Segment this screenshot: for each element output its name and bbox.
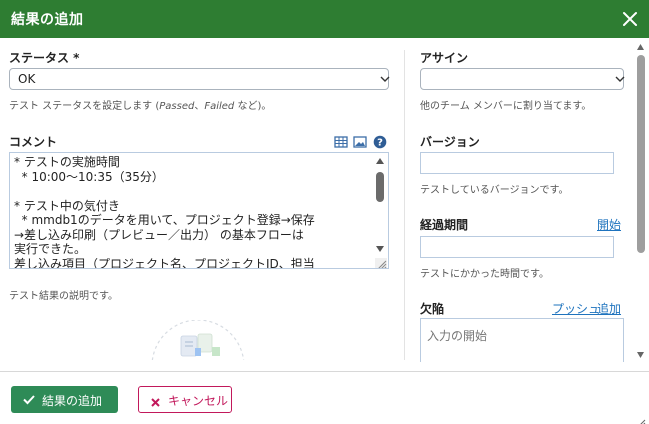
- defects-label: 欠陥: [420, 302, 445, 316]
- defects-add-link[interactable]: 追加: [597, 300, 621, 317]
- table-icon[interactable]: [334, 134, 348, 148]
- add-result-dialog: 結果の追加 ステータス * OK テスト ステータスを設定します (Passed…: [0, 0, 649, 424]
- assign-label: アサイン: [420, 51, 469, 65]
- version-input[interactable]: [420, 152, 614, 174]
- column-divider: [404, 50, 405, 360]
- svg-text:?: ?: [377, 138, 383, 149]
- close-icon: [151, 396, 160, 410]
- help-icon[interactable]: ?: [373, 134, 387, 149]
- defects-input[interactable]: 入力の開始: [420, 318, 624, 362]
- image-icon[interactable]: [353, 134, 367, 148]
- dialog-header: 結果の追加: [0, 0, 649, 38]
- elapsed-input[interactable]: [420, 236, 614, 258]
- assign-select[interactable]: [420, 68, 625, 90]
- assign-help: 他のチーム メンバーに割り当てます。: [420, 101, 592, 112]
- elapsed-label: 経過期間: [420, 218, 469, 232]
- cancel-button-label: キャンセル: [168, 394, 229, 408]
- status-value: OK: [18, 72, 36, 86]
- add-result-button-label: 結果の追加: [42, 394, 103, 408]
- add-result-button[interactable]: 結果の追加: [11, 386, 118, 413]
- version-help: テストしているバージョンです。: [420, 185, 569, 196]
- status-select[interactable]: OK: [9, 68, 390, 90]
- close-icon[interactable]: [619, 8, 641, 30]
- comment-help: テスト結果の説明です。: [9, 291, 118, 302]
- dialog-scrollbar[interactable]: [634, 40, 647, 362]
- attachment-drop-graphic[interactable]: [148, 320, 248, 360]
- dialog-scroll-thumb[interactable]: [637, 55, 645, 253]
- elapsed-start-link[interactable]: 開始: [597, 216, 621, 233]
- status-label: ステータス *: [9, 51, 80, 65]
- comment-label: コメント: [9, 135, 58, 149]
- version-label: バージョン: [420, 135, 480, 149]
- defects-placeholder: 入力の開始: [427, 329, 488, 343]
- comment-scroll-thumb[interactable]: [376, 172, 384, 202]
- status-help: テスト ステータスを設定します (Passed、Failed など)。: [9, 101, 272, 112]
- check-icon: [23, 394, 35, 408]
- comment-textarea[interactable]: * テストの実施時間 * 10:00～10:35（35分） * テスト中の気付き…: [9, 152, 389, 269]
- comment-text: * テストの実施時間 * 10:00～10:35（35分） * テスト中の気付き…: [14, 155, 315, 269]
- dialog-title: 結果の追加: [11, 12, 84, 28]
- dialog-footer: 結果の追加 キャンセル: [0, 371, 649, 424]
- defects-push-link[interactable]: プッシュ: [552, 300, 600, 317]
- resize-grip-icon[interactable]: [375, 255, 387, 268]
- elapsed-help: テストにかかった時間です。: [420, 269, 549, 280]
- dialog-resize-icon[interactable]: [637, 412, 646, 424]
- cancel-button[interactable]: キャンセル: [138, 386, 232, 413]
- comment-scrollbar[interactable]: [373, 154, 387, 257]
